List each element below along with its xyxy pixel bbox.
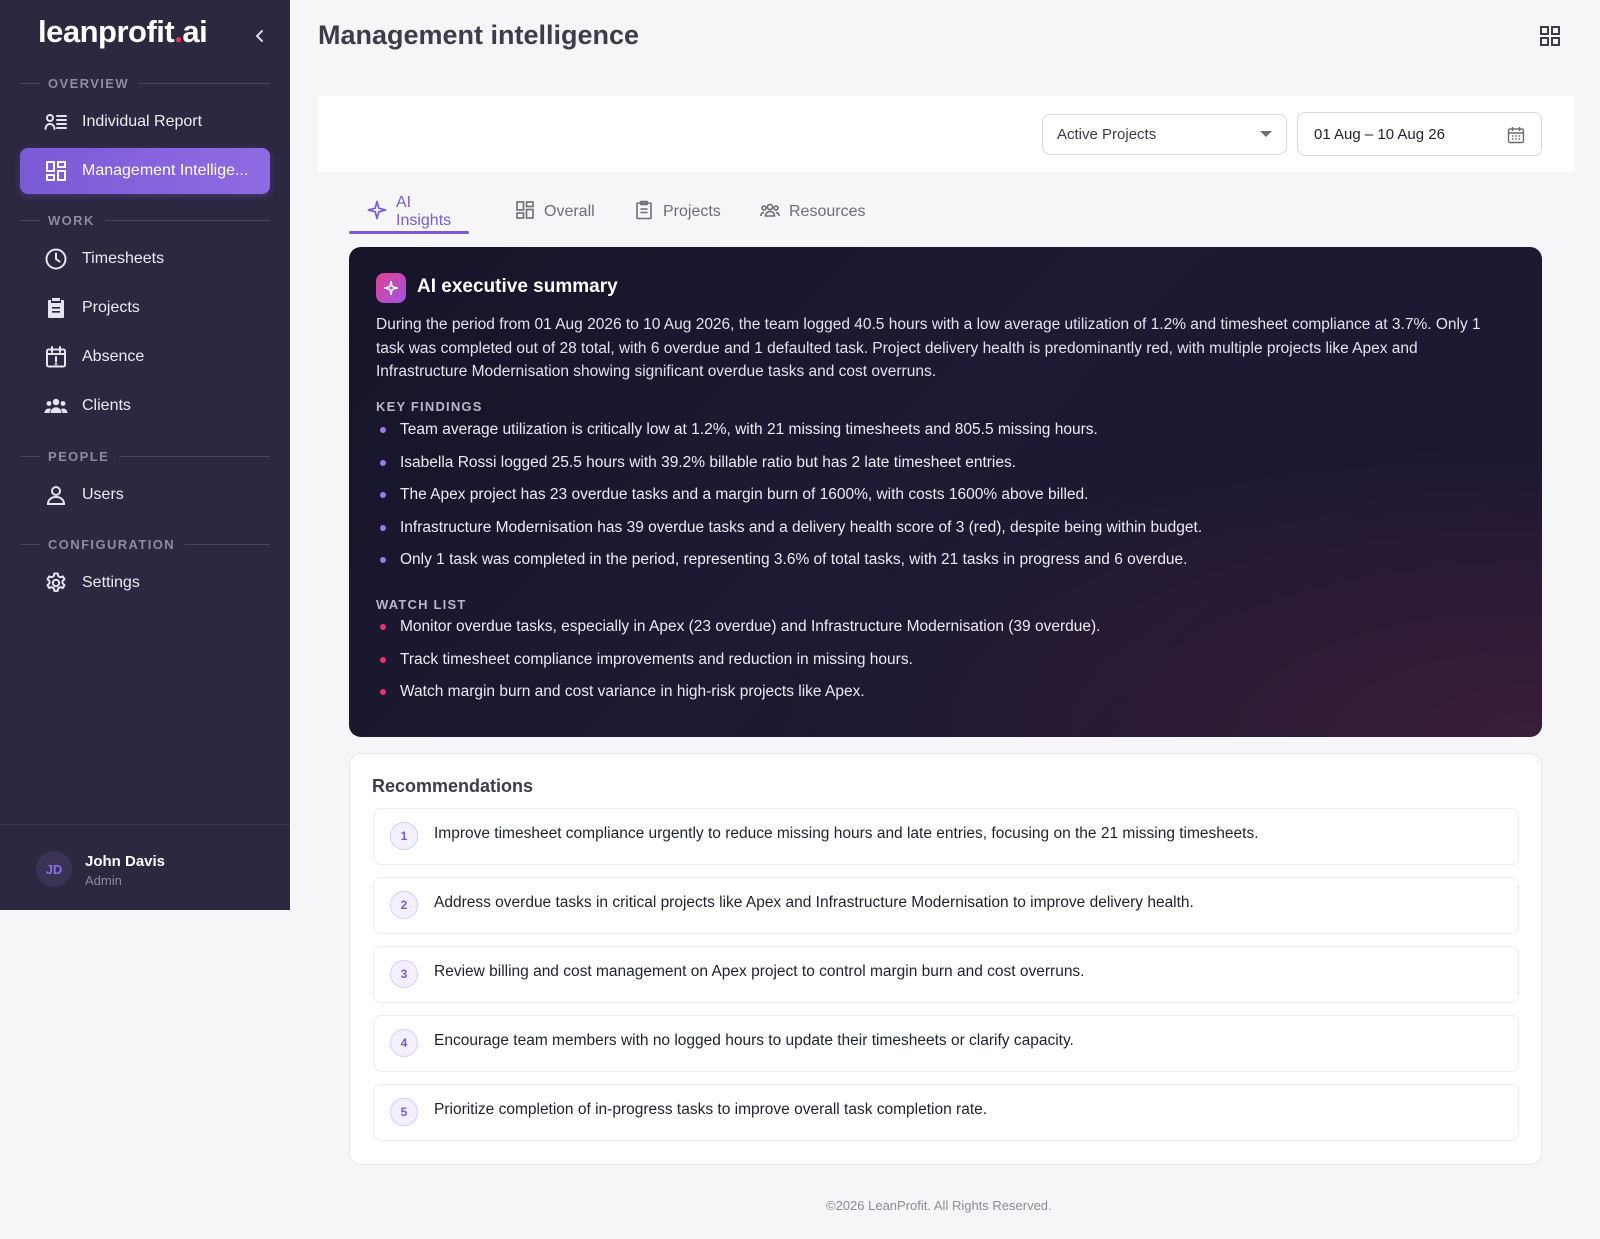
tab-resources[interactable]: Resources [742,190,883,234]
dashboard-icon [44,159,68,183]
section-label-people: PEOPLE [20,449,270,464]
section-label-configuration: CONFIGURATION [20,537,270,552]
sidebar-item-timesheets[interactable]: Timesheets [20,236,270,282]
sidebar-item-absence[interactable]: Absence [20,334,270,380]
bullet-dot [380,524,386,531]
tab-label: Resources [789,203,866,220]
recommendation-item: 2 Address overdue tasks in critical proj… [373,877,1519,934]
watch-list: Monitor overdue tasks, especially in Ape… [376,611,1511,709]
calendar-icon[interactable] [1507,126,1525,144]
key-findings-label: KEY FINDINGS [376,399,483,414]
recommendation-item: 3 Review billing and cost management on … [373,946,1519,1003]
sidebar-item-label: Clients [82,397,131,414]
recommendations-title: Recommendations [372,776,534,796]
brand-logo[interactable]: leanprofit.ai [38,14,208,50]
calendar-alert-icon [44,345,68,369]
user-role: Admin [85,873,122,888]
recommendation-item: 4 Encourage team members with no logged … [373,1015,1519,1072]
recommendation-item: 1 Improve timesheet compliance urgently … [373,808,1519,865]
gear-icon [44,571,68,595]
footer-copyright: ©2026 LeanProfit. All Rights Reserved. [826,1198,1052,1213]
user-name: John Davis [85,853,166,870]
clipboard-icon [634,200,654,225]
report-icon [44,110,68,134]
recommendation-number: 4 [390,1029,418,1057]
project-filter-select[interactable]: Active Projects [1042,114,1287,155]
recommendation-item: 5 Prioritize completion of in-progress t… [373,1084,1519,1141]
list-item: Team average utilization is critically l… [376,414,1511,447]
date-range-input[interactable]: 01 Aug – 10 Aug 26 [1297,112,1542,156]
brand-name: leanprofit [38,14,175,49]
brand-tld: ai [182,14,208,49]
project-filter-value: Active Projects [1057,126,1157,143]
clipboard-icon [44,296,68,320]
sidebar-item-label: Timesheets [82,250,165,267]
list-item: Infrastructure Modernisation has 39 over… [376,512,1511,545]
sidebar-item-label: Individual Report [82,113,203,130]
tab-label: AI Insights [396,194,452,229]
group-icon [44,394,68,418]
recommendation-number: 5 [390,1098,418,1126]
tab-label: Projects [663,203,721,220]
bullet-dot [380,492,386,499]
watch-list-label: WATCH LIST [376,597,467,612]
recommendation-number: 2 [390,891,418,919]
date-range-value: 01 Aug – 10 Aug 26 [1314,125,1445,143]
section-label-work: WORK [20,213,270,228]
bullet-dot [380,656,386,663]
tab-overall[interactable]: Overall [497,190,613,234]
sidebar-item-label: Users [82,486,124,503]
sparkle-icon [367,200,387,225]
recommendation-text: Prioritize completion of in-progress tas… [434,1101,988,1118]
ai-summary-text: During the period from 01 Aug 2026 to 10… [376,316,1481,380]
tab-label: Overall [544,203,595,220]
sidebar: leanprofit.ai OVERVIEW Individual Report… [0,0,290,910]
ai-summary-title: AI executive summary [417,276,618,297]
tab-projects[interactable]: Projects [616,190,739,234]
group-icon [760,200,780,225]
avatar[interactable]: JD [36,851,72,887]
sidebar-item-clients[interactable]: Clients [20,383,270,429]
bullet-dot [380,557,386,564]
list-item: Monitor overdue tasks, especially in Ape… [376,611,1511,644]
recommendation-text: Improve timesheet compliance urgently to… [434,825,1259,842]
bullet-dot [380,624,386,631]
bullet-dot [380,427,386,434]
user-icon [44,483,68,507]
user-profile[interactable]: JD John Davis Admin [0,824,290,910]
grid-icon[interactable] [1538,24,1562,48]
tab-ai-insights[interactable]: AI Insights [349,190,470,234]
caret-down-icon [1260,131,1272,137]
list-item: Isabella Rossi logged 25.5 hours with 39… [376,447,1511,480]
sidebar-item-label: Absence [82,348,145,365]
sparkle-icon [376,273,406,303]
recommendations-card: Recommendations 1 Improve timesheet comp… [349,753,1542,1165]
recommendation-text: Address overdue tasks in critical projec… [434,894,1194,911]
chevron-left-icon[interactable] [250,26,270,46]
bullet-dot [380,689,386,696]
sidebar-item-projects[interactable]: Projects [20,285,270,331]
recommendation-text: Encourage team members with no logged ho… [434,1032,1074,1049]
sidebar-item-label: Projects [82,299,140,316]
recommendation-text: Review billing and cost management on Ap… [434,963,1085,980]
dashboard-icon [515,200,535,225]
key-findings-list: Team average utilization is critically l… [376,414,1511,577]
section-label-overview: OVERVIEW [20,76,270,91]
list-item: Watch margin burn and cost variance in h… [376,676,1511,709]
page-title: Management intelligence [318,20,640,50]
list-item: Only 1 task was completed in the period,… [376,544,1511,577]
bullet-dot [380,459,386,466]
sidebar-item-management-intelligence[interactable]: Management Intellige... [20,148,270,194]
clock-icon [44,247,68,271]
sidebar-item-settings[interactable]: Settings [20,560,270,606]
recommendation-number: 1 [390,822,418,850]
sidebar-item-individual-report[interactable]: Individual Report [20,99,270,145]
sidebar-item-users[interactable]: Users [20,472,270,518]
list-item: Track timesheet compliance improvements … [376,644,1511,677]
ai-executive-summary-card: AI executive summary During the period f… [349,247,1542,737]
recommendation-number: 3 [390,960,418,988]
sidebar-item-label: Management Intellige... [82,162,249,179]
sidebar-item-label: Settings [82,574,140,591]
list-item: The Apex project has 23 overdue tasks an… [376,479,1511,512]
